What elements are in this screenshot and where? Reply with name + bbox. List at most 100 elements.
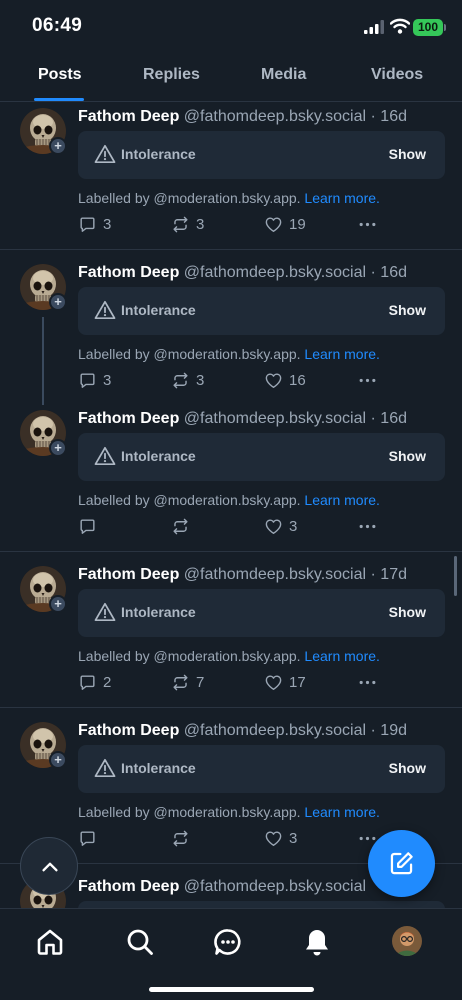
- author-handle[interactable]: @fathomdeep.bsky.social: [184, 108, 366, 125]
- divider: [0, 551, 462, 552]
- warning-label: Intolerance: [121, 302, 196, 318]
- home-indicator: [149, 987, 314, 992]
- reply-icon: [78, 517, 97, 536]
- post-time: · 19d: [370, 722, 407, 739]
- reply-count: 3: [103, 215, 112, 233]
- repost-icon: [171, 517, 190, 536]
- post-header: Fathom Deep @fathomdeep.bsky.social: [78, 878, 366, 896]
- learn-more-link[interactable]: Learn more.: [304, 346, 379, 362]
- reply-button[interactable]: [78, 827, 103, 849]
- more-options-button[interactable]: [358, 369, 377, 391]
- repost-button[interactable]: [171, 515, 196, 537]
- compose-post-button[interactable]: [368, 830, 435, 897]
- repost-button[interactable]: 7: [171, 671, 204, 693]
- show-button[interactable]: Show: [389, 448, 426, 464]
- active-tab-indicator: [34, 98, 84, 101]
- reply-button[interactable]: [78, 515, 103, 537]
- warning-icon: [94, 446, 116, 466]
- author-handle[interactable]: @fathomdeep.bsky.social: [184, 264, 366, 281]
- show-button[interactable]: Show: [389, 302, 426, 318]
- author-handle[interactable]: @fathomdeep.bsky.social: [184, 878, 366, 895]
- tab-posts[interactable]: Posts: [38, 66, 82, 84]
- repost-icon: [171, 829, 190, 848]
- content-warning[interactable]: Intolerance Show: [78, 745, 445, 793]
- labelled-by: Labelled by @moderation.bsky.app. Learn …: [78, 492, 380, 508]
- status-bar: 06:49 100: [0, 0, 462, 54]
- reply-button[interactable]: 2: [78, 671, 111, 693]
- follow-plus-icon[interactable]: +: [49, 595, 67, 613]
- author-handle[interactable]: @fathomdeep.bsky.social: [184, 566, 366, 583]
- repost-icon: [171, 215, 190, 234]
- tab-videos[interactable]: Videos: [371, 66, 423, 84]
- like-button[interactable]: 19: [264, 213, 306, 235]
- like-button[interactable]: 17: [264, 671, 306, 693]
- more-options-button[interactable]: [358, 213, 377, 235]
- author-name[interactable]: Fathom Deep: [78, 108, 179, 125]
- repost-count: 3: [196, 371, 205, 389]
- follow-plus-icon[interactable]: +: [49, 751, 67, 769]
- more-options-button[interactable]: [358, 671, 377, 693]
- like-count: 19: [289, 215, 306, 233]
- nav-profile-avatar[interactable]: [392, 926, 422, 956]
- repost-button[interactable]: 3: [171, 369, 204, 391]
- content-warning[interactable]: Intolerance Show: [78, 589, 445, 637]
- nav-search[interactable]: [125, 927, 155, 957]
- author-handle[interactable]: @fathomdeep.bsky.social: [184, 722, 366, 739]
- warning-icon: [94, 758, 116, 778]
- scroll-to-top-button[interactable]: [20, 837, 78, 895]
- more-options-button[interactable]: [358, 515, 377, 537]
- wifi-icon: [390, 18, 410, 34]
- content-warning[interactable]: Intolerance Show: [78, 131, 445, 179]
- post-feed[interactable]: + Fathom Deep @fathomdeep.bsky.social · …: [0, 103, 462, 908]
- show-button[interactable]: Show: [389, 760, 426, 776]
- learn-more-link[interactable]: Learn more.: [304, 804, 379, 820]
- profile-avatar-icon: [392, 926, 422, 956]
- repost-button[interactable]: 3: [171, 213, 204, 235]
- chevron-up-icon: [42, 862, 58, 872]
- author-name[interactable]: Fathom Deep: [78, 264, 179, 281]
- follow-plus-icon[interactable]: +: [49, 137, 67, 155]
- reply-button[interactable]: 3: [78, 369, 111, 391]
- heart-icon: [264, 215, 283, 234]
- nav-chat[interactable]: [213, 927, 243, 957]
- content-warning[interactable]: [78, 901, 445, 908]
- like-button[interactable]: 3: [264, 515, 297, 537]
- warning-icon: [94, 144, 116, 164]
- post-actions: 3: [78, 515, 388, 537]
- post-header: Fathom Deep @fathomdeep.bsky.social · 17…: [78, 566, 407, 584]
- like-count: 17: [289, 673, 306, 691]
- repost-count: 7: [196, 673, 205, 691]
- reply-button[interactable]: 3: [78, 213, 111, 235]
- profile-tab-bar: Posts Replies Media Videos: [0, 54, 462, 102]
- follow-plus-icon[interactable]: +: [49, 293, 67, 311]
- show-button[interactable]: Show: [389, 604, 426, 620]
- learn-more-link[interactable]: Learn more.: [304, 190, 379, 206]
- repost-count: 3: [196, 215, 205, 233]
- tab-replies[interactable]: Replies: [143, 66, 200, 84]
- content-warning[interactable]: Intolerance Show: [78, 287, 445, 335]
- like-button[interactable]: 16: [264, 369, 306, 391]
- nav-home[interactable]: [35, 927, 65, 957]
- post-header: Fathom Deep @fathomdeep.bsky.social · 19…: [78, 722, 407, 740]
- author-name[interactable]: Fathom Deep: [78, 722, 179, 739]
- repost-button[interactable]: [171, 827, 196, 849]
- author-name[interactable]: Fathom Deep: [78, 410, 179, 427]
- author-name[interactable]: Fathom Deep: [78, 878, 179, 895]
- content-warning[interactable]: Intolerance Show: [78, 433, 445, 481]
- follow-plus-icon[interactable]: +: [49, 439, 67, 457]
- scroll-indicator[interactable]: [454, 556, 457, 596]
- learn-more-link[interactable]: Learn more.: [304, 492, 379, 508]
- tab-media[interactable]: Media: [261, 66, 306, 84]
- show-button[interactable]: Show: [389, 146, 426, 162]
- bell-icon: [306, 930, 328, 956]
- repost-icon: [171, 371, 190, 390]
- home-icon: [37, 929, 63, 955]
- learn-more-link[interactable]: Learn more.: [304, 648, 379, 664]
- nav-notifications[interactable]: [302, 927, 332, 957]
- author-handle[interactable]: @fathomdeep.bsky.social: [184, 410, 366, 427]
- reply-count: 3: [103, 371, 112, 389]
- heart-icon: [264, 829, 283, 848]
- like-button[interactable]: 3: [264, 827, 297, 849]
- author-name[interactable]: Fathom Deep: [78, 566, 179, 583]
- labelled-by-text: Labelled by @moderation.bsky.app.: [78, 492, 301, 508]
